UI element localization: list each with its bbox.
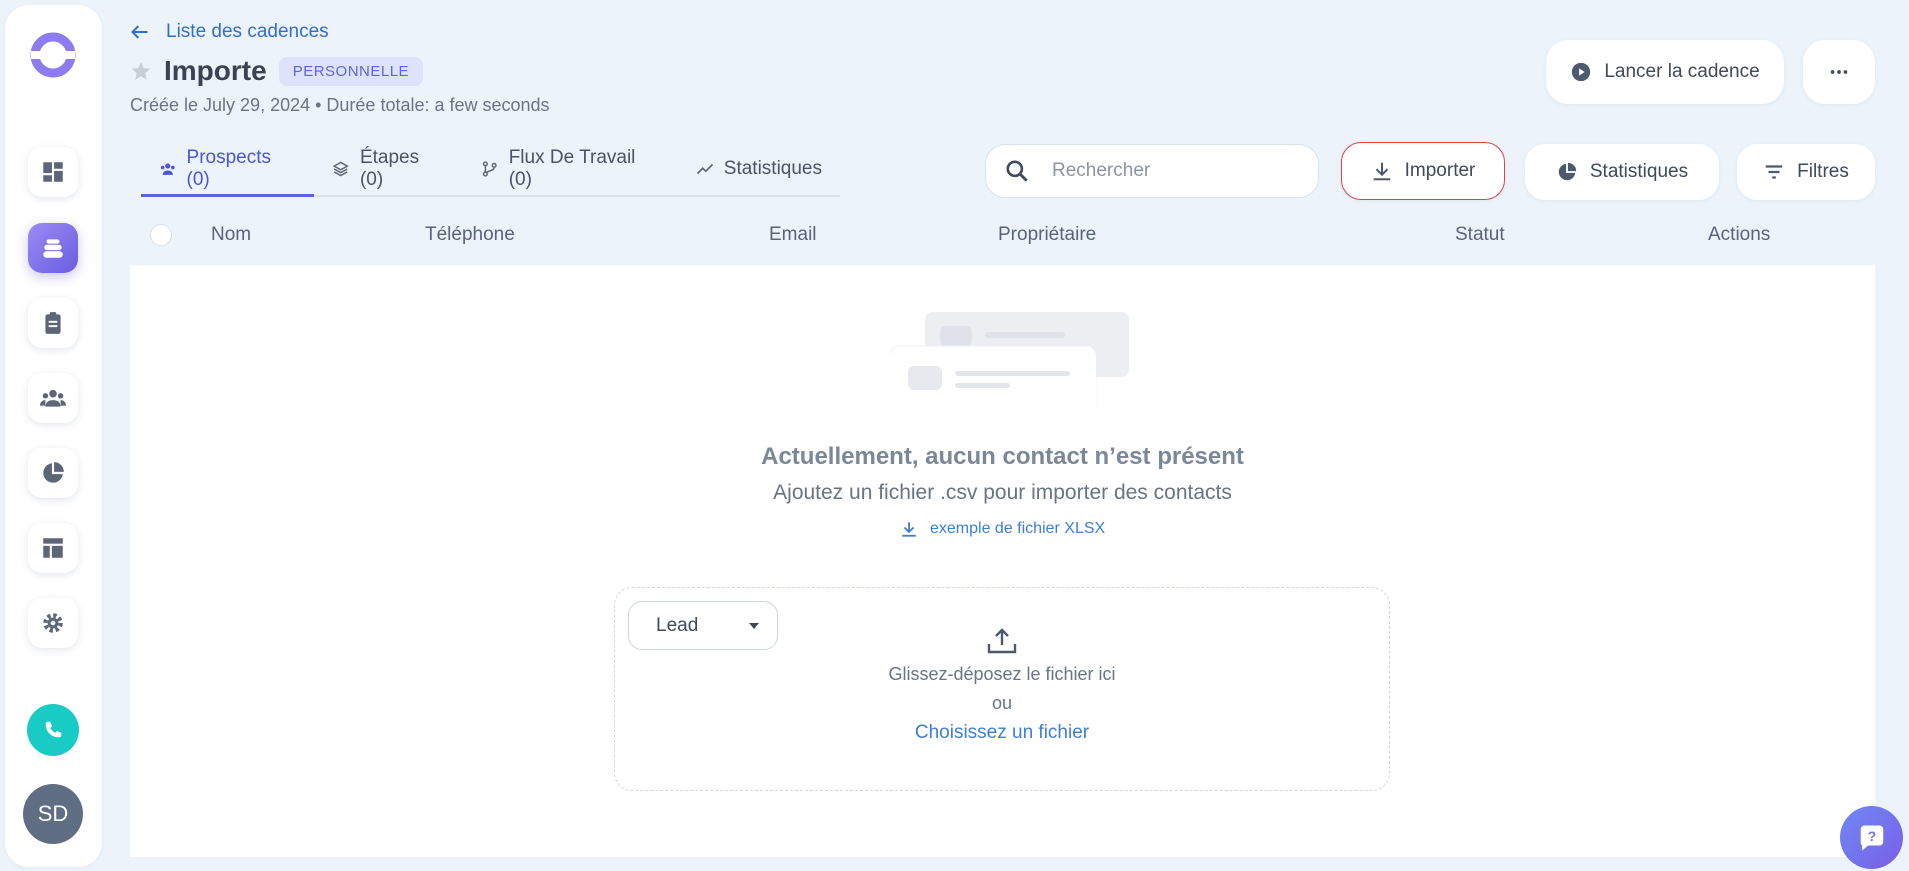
column-header[interactable]: Statut	[1455, 224, 1505, 246]
trend-icon	[696, 163, 713, 175]
star-icon[interactable]	[130, 60, 152, 82]
tab-label: Prospects (0)	[186, 146, 271, 190]
import-button[interactable]: Importer	[1341, 142, 1505, 200]
nav-dashboard[interactable]	[28, 147, 78, 197]
download-icon	[1373, 162, 1390, 181]
title-row: Importe PERSONNELLE	[130, 55, 424, 87]
choose-file-link[interactable]: Choisissez un fichier	[615, 718, 1389, 747]
filters-button[interactable]: Filtres	[1737, 144, 1875, 200]
table-header: Nom Téléphone Email Propriétaire Statut …	[130, 220, 1875, 264]
more-options-button[interactable]	[1803, 40, 1875, 104]
tab-workflows[interactable]: Flux De Travail (0)	[463, 143, 678, 195]
select-all-checkbox[interactable]	[150, 224, 172, 246]
app-logo[interactable]	[28, 30, 78, 80]
page-title: Importe	[164, 55, 267, 86]
help-chat-icon: ?	[1860, 825, 1883, 850]
example-file-label: exemple de fichier XLSX	[930, 520, 1106, 537]
launch-cadence-label: Lancer la cadence	[1604, 61, 1760, 82]
column-header[interactable]: Propriétaire	[998, 224, 1096, 246]
tab-prospects[interactable]: Prospects (0)	[141, 143, 315, 197]
search-input[interactable]	[1052, 160, 1282, 182]
dashboard-icon	[43, 162, 63, 182]
tab-label: Étapes (0)	[359, 147, 420, 190]
sidebar: SD	[5, 5, 102, 867]
nav-settings[interactable]	[28, 598, 78, 648]
arrow-left-icon	[131, 25, 148, 39]
empty-list-illustration	[890, 312, 1129, 416]
play-circle-icon	[1572, 62, 1591, 82]
nav-tasks[interactable]	[28, 298, 78, 348]
clipboard-icon	[45, 312, 61, 334]
svg-text:?: ?	[1867, 829, 1875, 844]
call-button[interactable]	[27, 704, 79, 756]
workflow-icon	[483, 161, 497, 177]
upload-icon	[987, 628, 1017, 654]
people-icon	[40, 389, 66, 407]
phone-icon	[45, 721, 62, 738]
nav-cadences[interactable]	[28, 223, 78, 273]
tab-etapes[interactable]: Étapes (0)	[314, 143, 463, 195]
nav-people[interactable]	[28, 373, 78, 423]
cadence-meta: Créée le July 29, 2024 • Durée totale: a…	[130, 95, 550, 115]
back-link[interactable]: Liste des cadences	[130, 21, 329, 43]
back-link-label: Liste des cadences	[166, 21, 329, 42]
statistics-button[interactable]: Statistiques	[1525, 144, 1719, 200]
column-header[interactable]: Nom	[211, 224, 251, 246]
file-dropzone[interactable]: Lead Glissez-déposez le fichier ici ou C…	[614, 587, 1390, 791]
search-icon	[1006, 160, 1028, 182]
launch-cadence-button[interactable]: Lancer la cadence	[1546, 40, 1784, 104]
download-icon	[902, 522, 916, 537]
people-icon	[160, 163, 175, 175]
layout-icon	[43, 538, 63, 558]
status-badge: PERSONNELLE	[278, 56, 424, 86]
pie-chart-icon	[1558, 162, 1577, 181]
column-header[interactable]: Email	[769, 224, 817, 246]
filters-label: Filtres	[1797, 161, 1849, 182]
filter-icon	[1765, 165, 1783, 179]
empty-state-subtitle: Ajoutez un fichier .csv pour importer de…	[773, 481, 1232, 504]
help-button[interactable]: ?	[1840, 806, 1903, 869]
tabs: Prospects (0) Étapes (0) Flux De Travail…	[141, 143, 840, 197]
nav-templates[interactable]	[28, 523, 78, 573]
nav-analytics[interactable]	[28, 448, 78, 498]
drop-instructions: Glissez-déposez le fichier ici ou Choisi…	[615, 628, 1389, 747]
pie-chart-icon	[43, 462, 64, 483]
example-file-link[interactable]: exemple de fichier XLSX	[900, 520, 1105, 538]
avatar[interactable]: SD	[23, 784, 83, 844]
content-panel: Actuellement, aucun contact n’est présen…	[130, 265, 1875, 857]
import-label: Importer	[1404, 160, 1476, 181]
tab-label: Flux De Travail (0)	[508, 147, 636, 190]
drag-drop-text: Glissez-déposez le fichier ici	[888, 664, 1116, 684]
tab-label: Statistiques	[723, 158, 823, 179]
layers-icon	[333, 161, 350, 177]
cadence-stack-icon	[43, 239, 63, 258]
more-horizontal-icon	[1830, 70, 1848, 74]
empty-state-title: Actuellement, aucun contact n’est présen…	[761, 443, 1244, 470]
statistics-label: Statistiques	[1589, 161, 1689, 182]
tab-statistiques[interactable]: Statistiques	[678, 143, 840, 195]
or-text: ou	[991, 693, 1013, 713]
column-header[interactable]: Téléphone	[425, 224, 515, 246]
search-box[interactable]	[985, 144, 1319, 198]
gear-icon	[43, 613, 63, 633]
column-header[interactable]: Actions	[1708, 224, 1770, 246]
